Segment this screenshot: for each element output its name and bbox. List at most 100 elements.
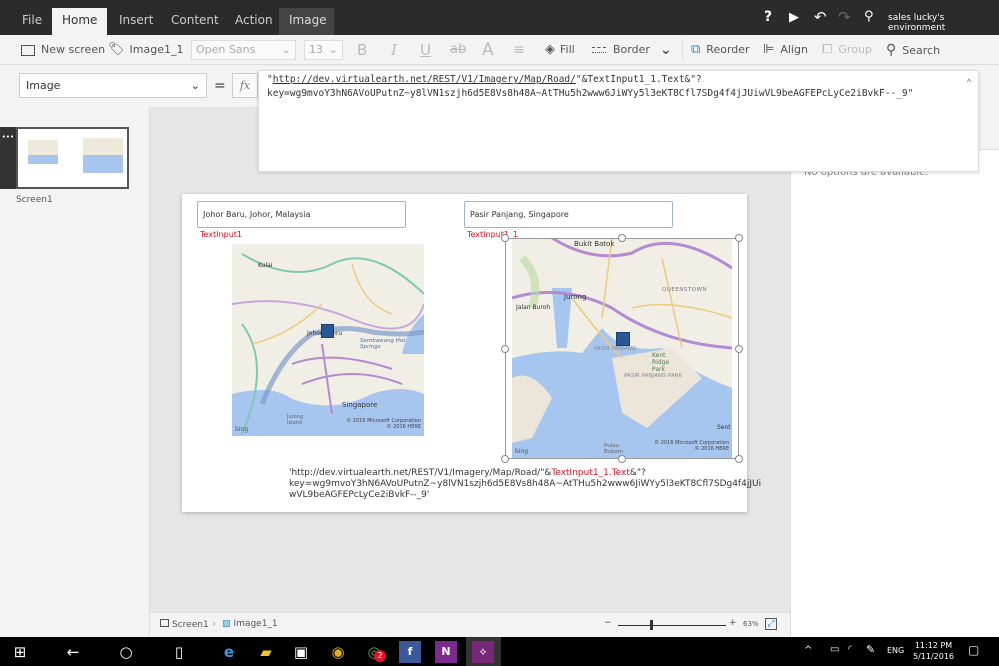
share-user-icon[interactable]: ⚲: [864, 9, 874, 24]
resize-handle[interactable]: [501, 234, 509, 242]
resize-handle[interactable]: [618, 234, 626, 242]
new-screen-button[interactable]: New screen: [21, 35, 105, 65]
language-indicator[interactable]: ENG: [887, 646, 904, 655]
tab-insert[interactable]: Insert: [109, 8, 163, 35]
image-icon: ▨: [222, 619, 231, 629]
fx-button[interactable]: fx: [232, 73, 258, 98]
cortana-icon[interactable]: ○: [115, 641, 137, 663]
resize-handle[interactable]: [735, 234, 743, 242]
control-name-button[interactable]: 🏷 Image1_1: [108, 35, 183, 65]
font-color-button[interactable]: A: [482, 35, 494, 65]
chrome-icon[interactable]: ◉: [327, 641, 349, 663]
map-label: Jurong Island: [287, 414, 303, 426]
app-canvas: Johor Baru, Johor, Malaysia TextInput1 P…: [182, 194, 761, 512]
whatsapp-icon[interactable]: ◎2: [363, 641, 386, 663]
windows-start-icon[interactable]: ⊞: [9, 641, 31, 663]
border-icon: [592, 47, 606, 53]
text-input-1[interactable]: Johor Baru, Johor, Malaysia: [197, 201, 406, 228]
property-select[interactable]: Image ⌄: [19, 73, 207, 98]
redo-icon[interactable]: ↷: [838, 8, 851, 26]
zoom-slider-thumb[interactable]: [650, 620, 653, 630]
text-input-1-name: TextInput1: [200, 230, 242, 239]
search-icon: ⚲: [886, 42, 897, 58]
fill-button[interactable]: ◈ Fill: [545, 35, 575, 65]
wifi-icon[interactable]: ◜: [848, 644, 852, 655]
play-icon[interactable]: ▶: [789, 10, 799, 25]
italic-button[interactable]: I: [391, 35, 397, 65]
action-center-icon[interactable]: ▢: [968, 643, 979, 657]
chevron-down-icon: ⌄: [281, 43, 291, 56]
underline-button[interactable]: U: [420, 35, 431, 65]
powerapps-taskbar-button[interactable]: ⟡: [466, 637, 501, 666]
help-icon[interactable]: ?: [764, 9, 772, 25]
facebook-icon[interactable]: f: [399, 641, 421, 663]
show-hidden-icons[interactable]: ^: [804, 645, 812, 656]
collapse-chevron-icon[interactable]: ⌃: [966, 77, 972, 91]
more-chevron-icon[interactable]: ⌄: [660, 35, 672, 65]
text-input-2[interactable]: Pasir Panjang, Singapore: [464, 201, 673, 228]
home-toolbar: New screen 🏷 Image1_1 Open Sans ⌄ 13 ⌄ B I …: [0, 35, 999, 65]
clock[interactable]: 11:12 PM 5/11/2016: [913, 640, 954, 662]
notification-badge: 2: [374, 650, 386, 662]
map-label: Kulai: [258, 262, 273, 269]
paint-bucket-icon: ◈: [545, 42, 555, 57]
pen-icon[interactable]: ✎: [866, 643, 875, 656]
thumbnail-map-1: [28, 138, 58, 164]
more-options-icon[interactable]: •••: [0, 127, 16, 189]
zoom-slider[interactable]: [618, 625, 726, 626]
chevron-down-icon: ⌄: [328, 43, 338, 56]
text-align-icon[interactable]: ≡: [513, 35, 525, 65]
border-button[interactable]: Border: [592, 35, 650, 65]
reorder-button[interactable]: ⧉ Reorder: [691, 35, 750, 65]
screen-label[interactable]: Screen1: [16, 195, 53, 205]
screen-thumbnail[interactable]: [16, 127, 129, 189]
strikethrough-button[interactable]: ab: [450, 35, 466, 65]
battery-icon[interactable]: ▭: [830, 644, 839, 655]
windows-taskbar: ⊞ ← ○ ▯ e ▰ ▣ ◉ ◎2 f N ⟡ ^ ▭ ◜ ✎ ENG 11:…: [0, 637, 999, 666]
status-bar: Screen1 › ▨ Image1_1 − + 63% ⤢: [150, 612, 790, 637]
zoom-in-button[interactable]: +: [729, 618, 737, 628]
equals-sign: =: [214, 78, 226, 94]
group-button[interactable]: ⧠ Group: [822, 35, 872, 65]
resize-handle[interactable]: [501, 455, 509, 463]
breadcrumb-control[interactable]: ▨ Image1_1: [222, 619, 278, 629]
zoom-level: 63%: [743, 620, 759, 628]
map-image-johor[interactable]: Kulai Johor Bahru Sembawang Hot Springs …: [232, 244, 424, 436]
zoom-out-button[interactable]: −: [604, 618, 612, 628]
url-label[interactable]: 'http://dev.virtualearth.net/REST/V1/Ima…: [289, 468, 761, 501]
tab-action[interactable]: Action: [225, 8, 283, 35]
tab-content[interactable]: Content: [161, 8, 229, 35]
formula-input[interactable]: "http://dev.virtualearth.net/REST/V1/Ima…: [258, 70, 979, 172]
task-view-icon[interactable]: ▯: [168, 641, 190, 663]
map-label: Singapore: [342, 401, 378, 409]
fit-to-window-icon[interactable]: ⤢: [765, 618, 777, 630]
reorder-icon: ⧉: [691, 42, 701, 57]
search-button[interactable]: ⚲ Search: [886, 35, 940, 65]
resize-handle[interactable]: [618, 455, 626, 463]
resize-handle[interactable]: [735, 345, 743, 353]
tab-image[interactable]: Image: [279, 8, 334, 35]
file-explorer-icon[interactable]: ▰: [255, 641, 277, 663]
font-select[interactable]: Open Sans ⌄: [191, 40, 296, 60]
breadcrumb-screen[interactable]: Screen1: [160, 619, 209, 630]
undo-icon[interactable]: ↶: [814, 8, 827, 26]
formula-url: http://dev.virtualearth.net/REST/V1/Imag…: [272, 74, 576, 85]
font-size-select[interactable]: 13 ⌄: [304, 40, 343, 60]
environment-name[interactable]: sales lucky's environment: [888, 13, 999, 33]
tab-home[interactable]: Home: [52, 8, 107, 35]
bold-button[interactable]: B: [357, 35, 367, 65]
align-icon: ⊫: [763, 42, 775, 57]
store-icon[interactable]: ▣: [290, 641, 312, 663]
screen-icon: [160, 619, 169, 627]
resize-handle[interactable]: [501, 345, 509, 353]
tab-file[interactable]: File: [12, 8, 52, 35]
group-icon: ⧠: [822, 42, 833, 57]
resize-handle[interactable]: [735, 455, 743, 463]
back-icon[interactable]: ←: [62, 641, 84, 663]
edge-icon[interactable]: e: [218, 641, 240, 663]
align-button[interactable]: ⊫ Align: [763, 35, 808, 65]
map-pin-icon[interactable]: [321, 324, 334, 338]
map-label: Sembawang Hot Springs: [360, 338, 406, 350]
screens-panel: ••• Screen1: [0, 107, 150, 637]
onenote-icon[interactable]: N: [435, 641, 457, 663]
